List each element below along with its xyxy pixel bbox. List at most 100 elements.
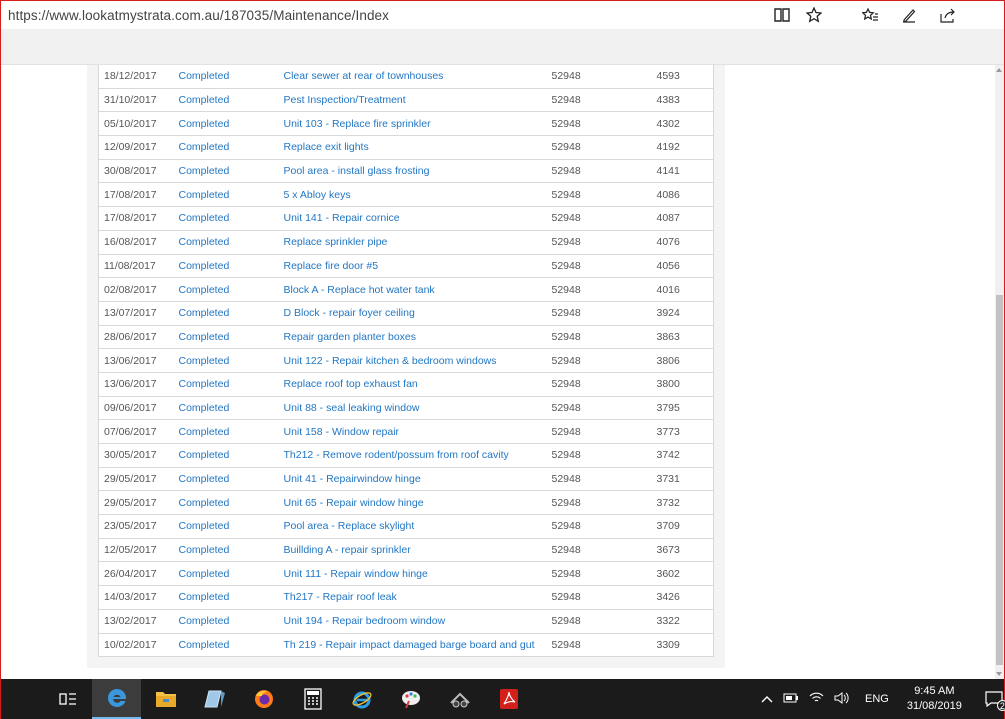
status-cell[interactable]: Completed bbox=[178, 395, 284, 421]
table-row[interactable]: 02/08/2017 Completed Block A - Replace hot… bbox=[98, 277, 714, 302]
table-row[interactable]: 10/02/2017 Completed Th 219 - Repair impac… bbox=[98, 632, 714, 658]
file-explorer-icon[interactable] bbox=[141, 679, 190, 719]
table-row[interactable]: 12/05/2017 Completed Buillding A - repair … bbox=[98, 537, 714, 563]
table-row[interactable]: 28/06/2017 Completed Repair garden planter… bbox=[98, 324, 714, 350]
description-link[interactable]: Pool area - install glass frosting bbox=[283, 158, 552, 184]
start-button[interactable] bbox=[1, 679, 43, 719]
table-row[interactable]: 05/10/2017 Completed Unit 103 - Replace fi… bbox=[98, 111, 714, 137]
status-cell[interactable]: Completed bbox=[178, 158, 284, 184]
table-row[interactable]: 13/07/2017 Completed D Block - repair foye… bbox=[98, 300, 714, 326]
description-link[interactable]: Unit 141 - Repair cornice bbox=[283, 206, 552, 231]
status-cell[interactable]: Completed bbox=[178, 585, 284, 610]
acrobat-icon[interactable] bbox=[484, 679, 533, 719]
status-cell[interactable]: Completed bbox=[178, 65, 284, 89]
description-link[interactable]: Unit 122 - Repair kitchen & bedroom wind… bbox=[283, 348, 552, 373]
pen-note-icon[interactable] bbox=[898, 4, 920, 26]
description-link[interactable]: Replace roof top exhaust fan bbox=[283, 371, 552, 397]
table-row[interactable]: 29/05/2017 Completed Unit 65 - Repair wind… bbox=[98, 490, 714, 516]
status-cell[interactable]: Completed bbox=[178, 443, 284, 468]
status-cell[interactable]: Completed bbox=[178, 561, 284, 587]
scroll-down-arrow-icon[interactable] bbox=[996, 672, 1002, 676]
reading-view-icon[interactable] bbox=[771, 4, 793, 26]
status-cell[interactable]: Completed bbox=[178, 182, 284, 208]
scroll-thumb[interactable] bbox=[996, 295, 1003, 665]
status-cell[interactable]: Completed bbox=[178, 253, 284, 279]
url-text[interactable]: https://www.lookatmystrata.com.au/187035… bbox=[1, 8, 389, 23]
description-link[interactable]: Unit 194 - Repair bedroom window bbox=[283, 608, 552, 634]
status-cell[interactable]: Completed bbox=[178, 324, 284, 350]
edge-icon[interactable] bbox=[92, 679, 141, 719]
table-row[interactable]: 12/09/2017 Completed Replace exit lights 52… bbox=[98, 135, 714, 160]
description-link[interactable]: Unit 103 - Replace fire sprinkler bbox=[283, 111, 552, 137]
description-link[interactable]: Th212 - Remove rodent/possum from roof c… bbox=[283, 443, 552, 468]
description-link[interactable]: Unit 88 - seal leaking window bbox=[283, 395, 552, 421]
table-row[interactable]: 17/08/2017 Completed Unit 141 - Repair cor… bbox=[98, 206, 714, 231]
wifi-icon[interactable] bbox=[809, 692, 824, 707]
table-row[interactable]: 16/08/2017 Completed Replace sprinkler pip… bbox=[98, 229, 714, 255]
status-cell[interactable]: Completed bbox=[178, 537, 284, 563]
clock[interactable]: 9:45 AM 31/08/2019 bbox=[907, 684, 962, 714]
status-cell[interactable]: Completed bbox=[178, 87, 284, 113]
table-row[interactable]: 26/04/2017 Completed Unit 111 - Repair win… bbox=[98, 561, 714, 587]
table-row[interactable]: 30/05/2017 Completed Th212 - Remove rodent… bbox=[98, 443, 714, 468]
share-icon[interactable] bbox=[937, 4, 959, 26]
battery-icon[interactable] bbox=[783, 692, 799, 706]
table-row[interactable]: 17/08/2017 Completed 5 x Abloy keys 52948 40… bbox=[98, 182, 714, 208]
status-cell[interactable]: Completed bbox=[178, 111, 284, 137]
description-link[interactable]: 5 x Abloy keys bbox=[283, 182, 552, 208]
table-row[interactable]: 11/08/2017 Completed Replace fire door #5 5… bbox=[98, 253, 714, 279]
description-link[interactable]: Replace exit lights bbox=[283, 135, 552, 160]
description-link[interactable]: Unit 111 - Repair window hinge bbox=[283, 561, 552, 587]
volume-icon[interactable] bbox=[834, 691, 849, 707]
table-row[interactable]: 29/05/2017 Completed Unit 41 - Repairwindo… bbox=[98, 466, 714, 492]
action-center-icon[interactable]: 2 bbox=[982, 687, 1005, 711]
description-link[interactable]: Unit 41 - Repairwindow hinge bbox=[283, 466, 552, 492]
status-cell[interactable]: Completed bbox=[178, 608, 284, 634]
status-cell[interactable]: Completed bbox=[178, 514, 284, 539]
description-link[interactable]: Th217 - Repair roof leak bbox=[283, 585, 552, 610]
description-link[interactable]: D Block - repair foyer ceiling bbox=[283, 300, 552, 326]
favorites-hub-icon[interactable] bbox=[859, 4, 881, 26]
status-cell[interactable]: Completed bbox=[178, 371, 284, 397]
table-row[interactable]: 18/12/2017 Completed Clear sewer at rear o… bbox=[98, 65, 714, 89]
description-link[interactable]: Block A - Replace hot water tank bbox=[283, 277, 552, 302]
description-link[interactable]: Unit 65 - Repair window hinge bbox=[283, 490, 552, 516]
table-row[interactable]: 30/08/2017 Completed Pool area - install g… bbox=[98, 158, 714, 184]
calculator-icon[interactable] bbox=[288, 679, 337, 719]
table-row[interactable]: 13/06/2017 Completed Unit 122 - Repair kit… bbox=[98, 348, 714, 373]
status-cell[interactable]: Completed bbox=[178, 466, 284, 492]
table-row[interactable]: 07/06/2017 Completed Unit 158 - Window rep… bbox=[98, 419, 714, 444]
description-link[interactable]: Buillding A - repair sprinkler bbox=[283, 537, 552, 563]
description-link[interactable]: Unit 158 - Window repair bbox=[283, 419, 552, 444]
task-view-icon[interactable] bbox=[43, 679, 92, 719]
snipping-tool-icon[interactable] bbox=[435, 679, 484, 719]
table-row[interactable]: 13/06/2017 Completed Replace roof top exha… bbox=[98, 371, 714, 397]
status-cell[interactable]: Completed bbox=[178, 419, 284, 444]
status-cell[interactable]: Completed bbox=[178, 206, 284, 231]
scroll-up-arrow-icon[interactable] bbox=[996, 68, 1002, 72]
address-bar[interactable]: https://www.lookatmystrata.com.au/187035… bbox=[1, 1, 1004, 29]
description-link[interactable]: Pest Inspection/Treatment bbox=[283, 87, 552, 113]
table-row[interactable]: 13/02/2017 Completed Unit 194 - Repair bed… bbox=[98, 608, 714, 634]
table-row[interactable]: 23/05/2017 Completed Pool area - Replace s… bbox=[98, 514, 714, 539]
status-cell[interactable]: Completed bbox=[178, 229, 284, 255]
description-link[interactable]: Replace sprinkler pipe bbox=[283, 229, 552, 255]
description-link[interactable]: Replace fire door #5 bbox=[283, 253, 552, 279]
internet-explorer-icon[interactable] bbox=[337, 679, 386, 719]
status-cell[interactable]: Completed bbox=[178, 632, 284, 658]
chevron-up-icon[interactable] bbox=[761, 692, 773, 706]
firefox-icon[interactable] bbox=[239, 679, 288, 719]
table-row[interactable]: 14/03/2017 Completed Th217 - Repair roof l… bbox=[98, 585, 714, 610]
status-cell[interactable]: Completed bbox=[178, 348, 284, 373]
language-indicator[interactable]: ENG bbox=[865, 693, 889, 705]
description-link[interactable]: Th 219 - Repair impact damaged barge boa… bbox=[283, 632, 552, 658]
vertical-scrollbar[interactable] bbox=[995, 65, 1004, 679]
status-cell[interactable]: Completed bbox=[178, 135, 284, 160]
description-link[interactable]: Pool area - Replace skylight bbox=[283, 514, 552, 539]
description-link[interactable]: Clear sewer at rear of townhouses bbox=[283, 65, 552, 89]
notepad-icon[interactable] bbox=[190, 679, 239, 719]
favorite-star-icon[interactable] bbox=[803, 4, 825, 26]
description-link[interactable]: Repair garden planter boxes bbox=[283, 324, 552, 350]
status-cell[interactable]: Completed bbox=[178, 490, 284, 516]
table-row[interactable]: 31/10/2017 Completed Pest Inspection/Treat… bbox=[98, 87, 714, 113]
